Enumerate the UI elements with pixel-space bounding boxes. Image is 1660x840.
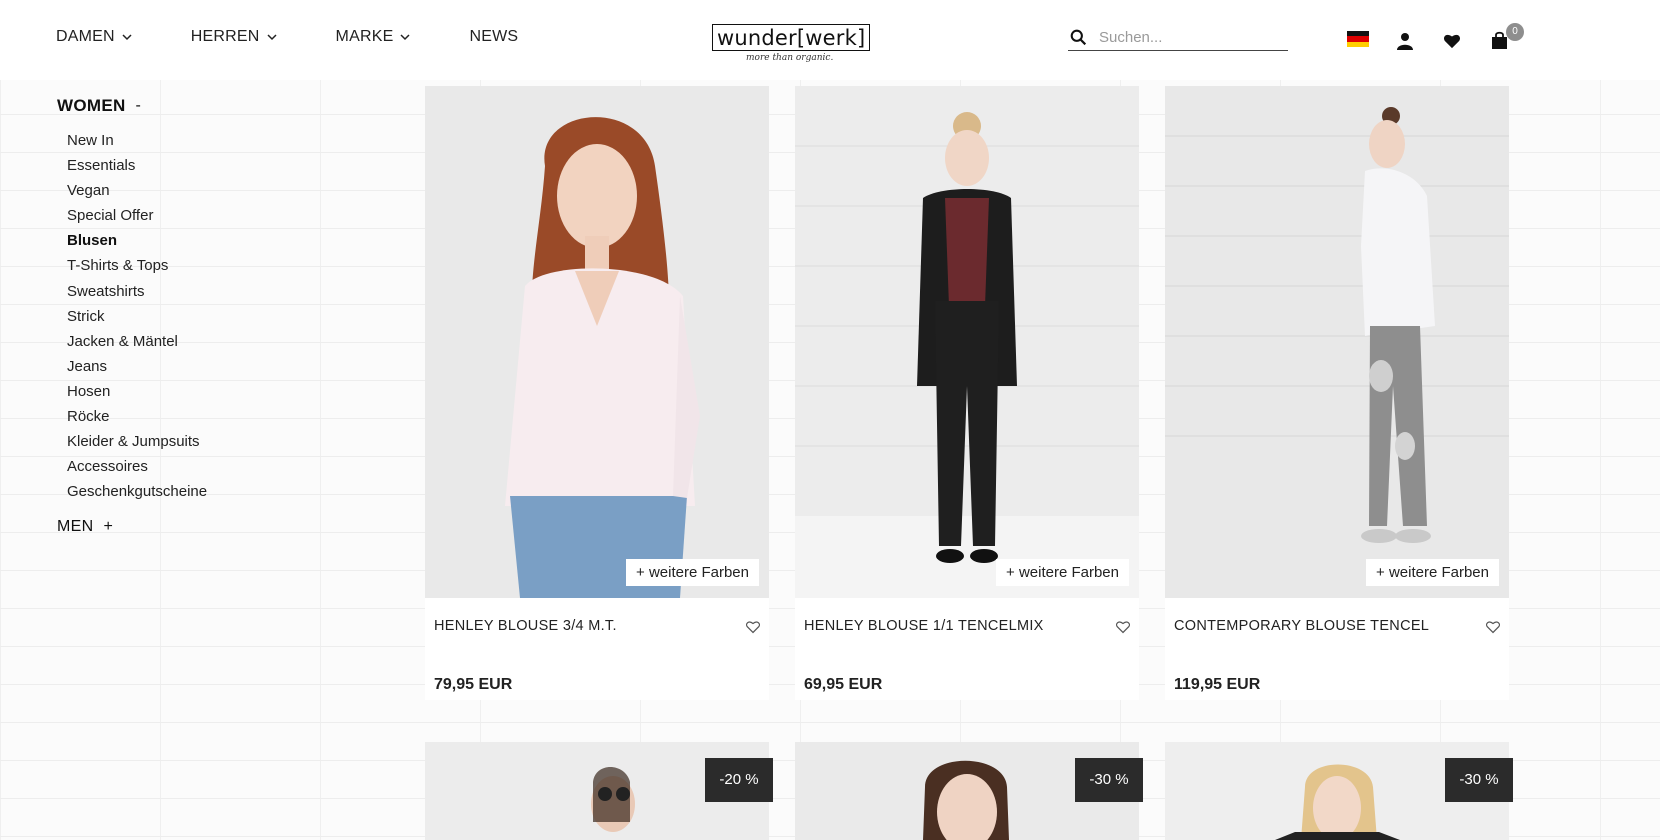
search-input[interactable] [1097, 27, 1281, 47]
subcategory-item[interactable]: Vegan [67, 178, 317, 203]
logo-tagline: more than organic. [746, 53, 834, 63]
search-icon[interactable] [1070, 29, 1087, 46]
subcategory-item[interactable]: Special Offer [67, 203, 317, 228]
search-bar [1068, 24, 1288, 51]
discount-badge: -20 % [705, 758, 773, 802]
nav-label: NEWS [469, 28, 519, 45]
subcategory-item[interactable]: Essentials [67, 153, 317, 178]
nav-label: MARKE [335, 28, 394, 45]
nav-label: HERREN [190, 28, 260, 45]
product-image[interactable]: + weitere Farben [1165, 86, 1509, 598]
product-card[interactable]: -30 % [795, 742, 1143, 840]
product-name[interactable]: HENLEY BLOUSE 1/1 TENCELMIX [804, 618, 1044, 634]
category-label: WOMEN [57, 96, 126, 115]
product-name[interactable]: CONTEMPORARY BLOUSE TENCEL [1174, 618, 1429, 634]
subcategory-item[interactable]: Jeans [67, 354, 317, 379]
product-price: 119,95 EUR [1174, 676, 1261, 693]
women-subcategory-list: New In Essentials Vegan Special Offer Bl… [57, 128, 317, 504]
collapse-toggle[interactable]: - [136, 97, 142, 115]
brand-logo[interactable]: wunder[werk] more than organic. [712, 24, 871, 68]
nav-marke[interactable]: MARKE [336, 28, 412, 46]
product-image[interactable]: + weitere Farben [795, 86, 1139, 598]
more-colors-link[interactable]: + weitere Farben [626, 559, 759, 586]
subcategory-item[interactable]: T-Shirts & Tops [67, 253, 317, 278]
subcategory-item[interactable]: New In [67, 128, 317, 153]
subcategory-item[interactable]: Hosen [67, 379, 317, 404]
product-card[interactable]: -20 % [425, 742, 773, 840]
subcategory-item[interactable]: Accessoires [67, 454, 317, 479]
subcategory-item[interactable]: Kleider & Jumpsuits [67, 429, 317, 454]
wishlist-heart-icon[interactable] [1485, 620, 1501, 634]
subcategory-item-active[interactable]: Blusen [67, 228, 317, 253]
discount-badge: -30 % [1445, 758, 1513, 802]
more-colors-link[interactable]: + weitere Farben [996, 559, 1129, 586]
chevron-down-icon [400, 34, 410, 41]
chevron-down-icon [122, 34, 132, 41]
more-colors-link[interactable]: + weitere Farben [1366, 559, 1499, 586]
product-card[interactable]: + weitere Farben HENLEY BLOUSE 1/1 TENCE… [795, 86, 1139, 700]
category-sidebar: WOMEN - New In Essentials Vegan Special … [57, 96, 317, 536]
subcategory-item[interactable]: Sweatshirts [67, 279, 317, 304]
category-men[interactable]: MEN + [57, 518, 317, 536]
product-card[interactable]: + weitere Farben HENLEY BLOUSE 3/4 M.T. … [425, 86, 769, 700]
logo-wordmark: wunder[werk] [712, 24, 871, 51]
discount-badge: -30 % [1075, 758, 1143, 802]
product-price: 79,95 EUR [434, 676, 513, 693]
german-flag-icon[interactable] [1347, 31, 1369, 47]
subcategory-item[interactable]: Röcke [67, 404, 317, 429]
nav-news[interactable]: NEWS [469, 28, 518, 46]
heart-icon[interactable] [1443, 33, 1461, 49]
wishlist-heart-icon[interactable] [1115, 620, 1131, 634]
product-image[interactable]: + weitere Farben [425, 86, 769, 598]
product-price: 69,95 EUR [804, 676, 883, 693]
user-icon[interactable] [1396, 32, 1414, 50]
product-card[interactable]: -30 % [1165, 742, 1513, 840]
category-women[interactable]: WOMEN - [57, 96, 317, 116]
product-card[interactable]: + weitere Farben CONTEMPORARY BLOUSE TEN… [1165, 86, 1509, 700]
subcategory-item[interactable]: Geschenkgutscheine [67, 479, 317, 504]
site-header: DAMEN HERREN MARKE NEWS wunder[werk] mor… [0, 0, 1660, 80]
category-label: MEN [57, 518, 94, 536]
product-name[interactable]: HENLEY BLOUSE 3/4 M.T. [434, 618, 617, 634]
nav-damen[interactable]: DAMEN [56, 28, 133, 46]
nav-herren[interactable]: HERREN [191, 28, 278, 46]
nav-label: DAMEN [56, 28, 115, 45]
subcategory-item[interactable]: Jacken & Mäntel [67, 329, 317, 354]
chevron-down-icon [267, 34, 277, 41]
wishlist-heart-icon[interactable] [745, 620, 761, 634]
expand-toggle[interactable]: + [103, 518, 113, 536]
cart-count-badge: 0 [1506, 23, 1524, 41]
subcategory-item[interactable]: Strick [67, 304, 317, 329]
main-nav: DAMEN HERREN MARKE NEWS [56, 28, 576, 46]
